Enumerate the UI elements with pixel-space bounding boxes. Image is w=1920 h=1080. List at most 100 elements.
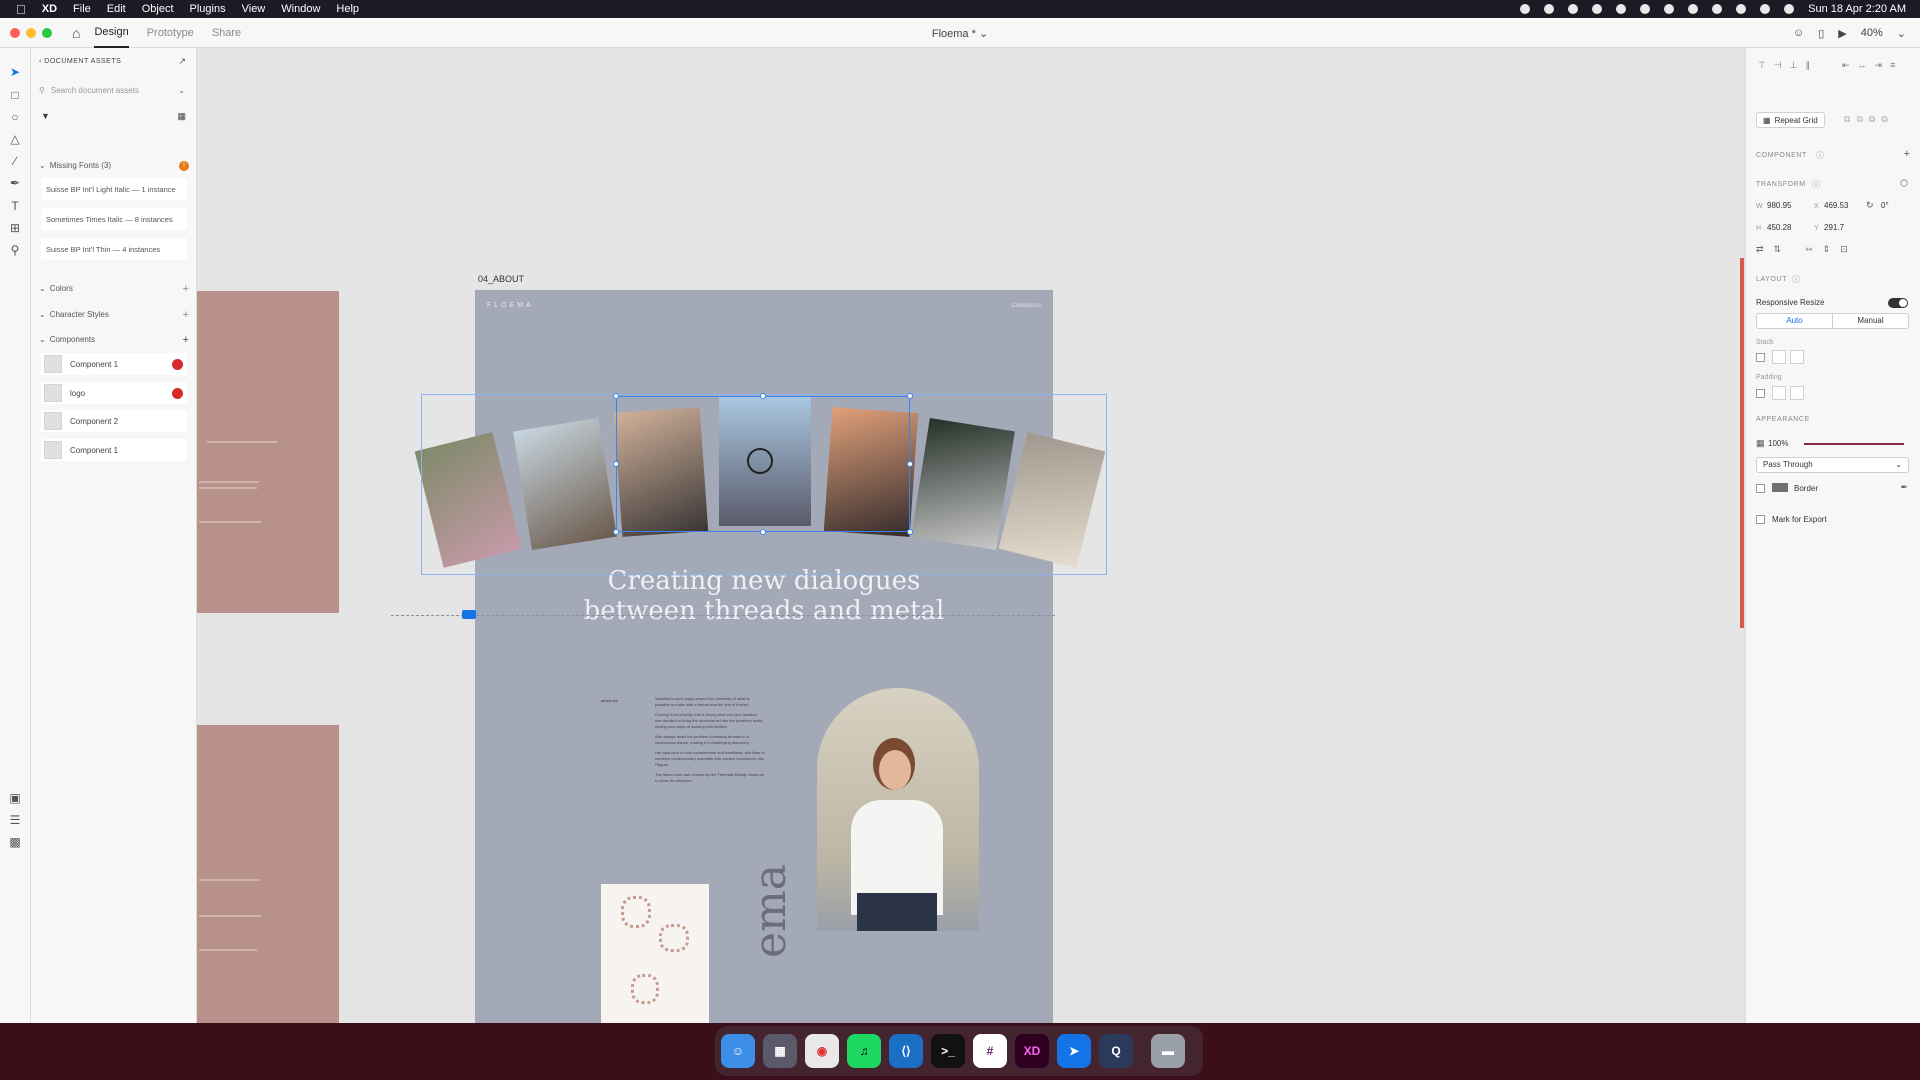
add-component-icon[interactable]: + [183, 334, 189, 346]
assets-icon[interactable]: ▣ [7, 790, 23, 806]
home-icon[interactable]: ⌂ [72, 25, 80, 41]
cloud-icon[interactable] [1568, 4, 1579, 14]
upload-icon[interactable] [1616, 4, 1627, 14]
menu-object[interactable]: Object [142, 3, 174, 15]
missing-font-item[interactable]: Suisse BP Int'l Thin — 4 instances [41, 238, 187, 260]
resize-handle[interactable] [760, 529, 766, 535]
chevron-down-icon[interactable]: ⌄ [979, 28, 988, 40]
play-preview-icon[interactable]: ▶ [1838, 27, 1846, 40]
finder-icon[interactable]: ☺ [721, 1034, 755, 1068]
filter-icon[interactable]: ▼ [41, 111, 50, 121]
battery-icon[interactable] [1664, 4, 1675, 14]
align-center-icon[interactable]: ↔ [1858, 60, 1867, 71]
add-character-style-icon[interactable]: + [183, 309, 189, 321]
control-center-icon[interactable] [1760, 4, 1771, 14]
menu-view[interactable]: View [242, 3, 266, 15]
brand-logo[interactable]: FLOEMA [487, 302, 534, 309]
component-item[interactable]: Component 1 [41, 353, 187, 375]
polygon-tool-icon[interactable]: △ [7, 131, 23, 147]
width-field[interactable]: 980.95 [1767, 201, 1791, 210]
colors-section[interactable]: ⌄ Colors + [39, 283, 189, 295]
align-right-icon[interactable]: ⇥ [1875, 60, 1883, 71]
align-top-icon[interactable]: ⊤ [1758, 60, 1766, 71]
select-tool-icon[interactable]: ➤ [7, 64, 23, 80]
pen-tool-icon[interactable]: ✒ [7, 175, 23, 191]
bluetooth-icon[interactable] [1688, 4, 1699, 14]
chevron-down-icon[interactable]: ⌄ [1897, 27, 1906, 40]
opacity-value[interactable]: 100% [1768, 439, 1788, 448]
menu-file[interactable]: File [73, 3, 91, 15]
share-assets-icon[interactable]: ↗ [178, 56, 186, 67]
rotate-icon[interactable]: ↻ [1866, 200, 1874, 211]
character-styles-section[interactable]: ⌄ Character Styles + [39, 309, 189, 321]
missing-font-item[interactable]: Suisse BP Int'l Light Italic — 1 instanc… [41, 178, 187, 200]
launchpad-icon[interactable]: ▦ [763, 1034, 797, 1068]
resize-handle[interactable] [907, 461, 913, 467]
slack-icon[interactable]: # [973, 1034, 1007, 1068]
menu-window[interactable]: Window [281, 3, 320, 15]
layers-icon[interactable]: ☰ [7, 812, 23, 828]
play-icon[interactable] [1640, 4, 1651, 14]
ellipse-tool-icon[interactable]: ○ [7, 109, 23, 125]
border-checkbox[interactable] [1756, 484, 1765, 493]
side-artboard[interactable] [197, 725, 339, 1023]
missing-font-item[interactable]: Sometimes Times Italic — 8 instances [41, 208, 187, 230]
guide-handle-icon[interactable] [462, 610, 476, 619]
missing-fonts-section[interactable]: ⌄ Missing Fonts (3) ! [39, 160, 189, 171]
responsive-resize-toggle[interactable] [1888, 298, 1908, 308]
padding-uniform-icon[interactable] [1772, 386, 1786, 400]
apple-icon[interactable]:  [16, 2, 26, 17]
resize-handle[interactable] [907, 529, 913, 535]
zoom-icon[interactable] [42, 27, 52, 38]
canvas[interactable]: 04_ABOUT FLOEMA Collections Creating new… [197, 48, 1745, 1023]
lace-jewelry-image[interactable] [601, 884, 709, 1023]
component-item[interactable]: logo [41, 382, 187, 404]
exclude-icon[interactable]: ⧉ [1881, 114, 1887, 125]
zoom-level[interactable]: 40% [1861, 27, 1883, 39]
terminal-icon[interactable]: >_ [931, 1034, 965, 1068]
minimize-icon[interactable] [26, 27, 36, 38]
stack-checkbox[interactable] [1756, 353, 1765, 362]
add-color-icon[interactable]: + [183, 283, 189, 295]
auto-option[interactable]: Auto [1757, 314, 1833, 328]
resize-handle[interactable] [613, 529, 619, 535]
broken-link-icon[interactable] [172, 358, 183, 370]
padding-individual-icon[interactable] [1790, 386, 1804, 400]
flip-horizontal-icon[interactable]: ⇄ [1756, 244, 1764, 255]
record-icon[interactable] [1520, 4, 1531, 14]
user-icon[interactable]: ☺ [1793, 27, 1804, 39]
resize-handle[interactable] [613, 393, 619, 399]
nav-collections[interactable]: Collections [1012, 303, 1041, 309]
stack-vertical-icon[interactable] [1772, 350, 1786, 364]
fit-icon[interactable]: ⊡ [1840, 244, 1848, 255]
artboard-tool-icon[interactable]: ⊞ [7, 220, 23, 236]
menu-help[interactable]: Help [336, 3, 359, 15]
subtract-icon[interactable]: ⧉ [1856, 114, 1862, 125]
menu-plugins[interactable]: Plugins [190, 3, 226, 15]
vscode-icon[interactable]: ⟨⟩ [889, 1034, 923, 1068]
y-field[interactable]: 291.7 [1824, 223, 1844, 232]
export-checkbox[interactable] [1756, 515, 1765, 524]
plugins-icon[interactable]: ▩ [7, 834, 23, 850]
component-item[interactable]: Component 2 [41, 410, 187, 432]
resize-handle[interactable] [613, 461, 619, 467]
status-icon[interactable] [1592, 4, 1603, 14]
menu-edit[interactable]: Edit [107, 3, 126, 15]
portrait-image[interactable] [817, 688, 979, 931]
intersect-icon[interactable]: ⧉ [1869, 114, 1875, 125]
resize-handle[interactable] [907, 393, 913, 399]
side-artboard[interactable] [197, 291, 339, 613]
stack-horizontal-icon[interactable] [1790, 350, 1804, 364]
rotation-field[interactable]: 0° [1881, 201, 1889, 210]
app-name[interactable]: XD [42, 3, 57, 15]
border-color-swatch[interactable] [1772, 483, 1788, 492]
blend-mode-select[interactable]: Pass Through ⌄ [1756, 457, 1909, 473]
back-chevron-icon[interactable]: ‹ [39, 58, 42, 65]
grid-view-icon[interactable]: ▦ [177, 111, 186, 122]
opacity-slider[interactable] [1804, 443, 1904, 445]
add-component-icon[interactable]: + [1904, 148, 1910, 160]
device-preview-icon[interactable]: ▯ [1818, 27, 1824, 40]
quicktime-icon[interactable]: Q [1099, 1034, 1133, 1068]
repeat-grid-button[interactable]: ▦ Repeat Grid [1756, 112, 1825, 128]
search-icon[interactable] [1736, 4, 1747, 14]
